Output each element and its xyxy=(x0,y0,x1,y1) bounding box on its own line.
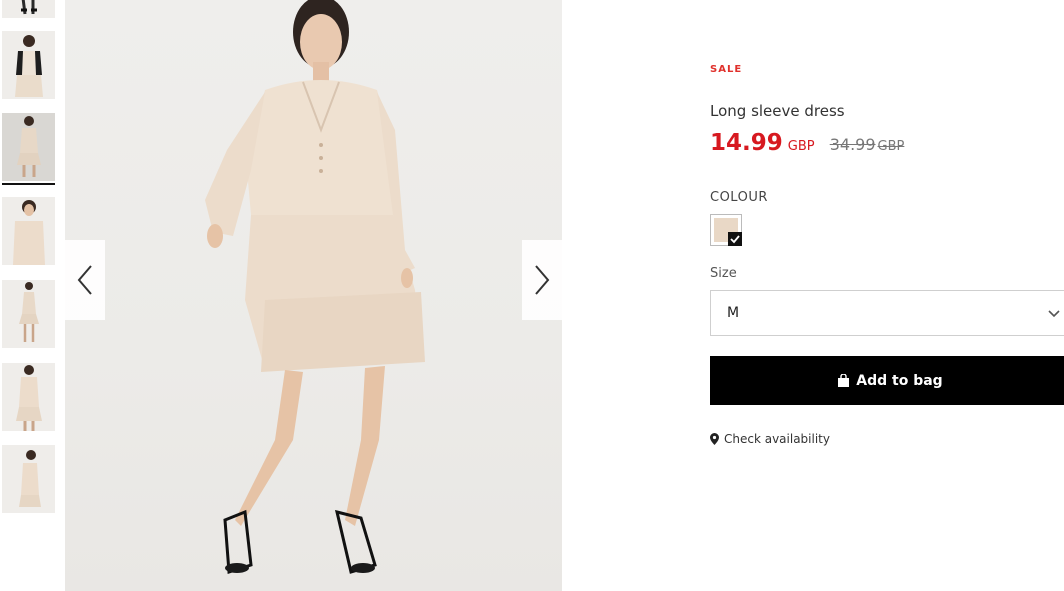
next-image-button[interactable] xyxy=(522,240,562,320)
model-figure xyxy=(205,0,425,575)
colour-label: COLOUR xyxy=(710,190,768,205)
add-to-bag-label: Add to bag xyxy=(856,372,943,389)
previous-image-button[interactable] xyxy=(65,240,105,320)
thumbnail-5[interactable] xyxy=(2,280,55,348)
original-price: 34.99 xyxy=(829,135,876,154)
shopping-bag-icon xyxy=(838,373,850,387)
thumbnail-2[interactable] xyxy=(2,31,55,99)
thumbnail-6[interactable] xyxy=(2,363,55,431)
product-title: Long sleeve dress xyxy=(710,102,845,120)
chevron-left-icon xyxy=(77,265,92,295)
chevron-right-icon xyxy=(535,265,550,295)
size-select[interactable]: M xyxy=(710,290,1064,336)
current-price: 14.99 xyxy=(710,130,783,156)
thumbnail-3[interactable] xyxy=(2,113,55,181)
thumbnail-1[interactable] xyxy=(2,0,55,18)
colour-swatch[interactable] xyxy=(710,214,742,246)
original-price-currency: GBP xyxy=(877,139,905,154)
chevron-down-icon xyxy=(1048,310,1060,318)
thumbnail-4[interactable] xyxy=(2,197,55,265)
check-availability-label: Check availability xyxy=(724,432,830,446)
check-availability-link[interactable]: Check availability xyxy=(710,432,830,446)
price-row: 14.99 GBP 34.99 GBP xyxy=(710,130,904,156)
add-to-bag-button[interactable]: Add to bag xyxy=(710,356,1064,405)
size-label: Size xyxy=(710,266,737,281)
location-pin-icon xyxy=(710,433,719,445)
check-icon xyxy=(728,232,742,246)
size-selected-value: M xyxy=(727,305,740,321)
main-product-image xyxy=(65,0,562,591)
sale-badge: SALE xyxy=(710,64,743,75)
thumbnail-7[interactable] xyxy=(2,445,55,513)
current-price-currency: GBP xyxy=(787,139,815,154)
